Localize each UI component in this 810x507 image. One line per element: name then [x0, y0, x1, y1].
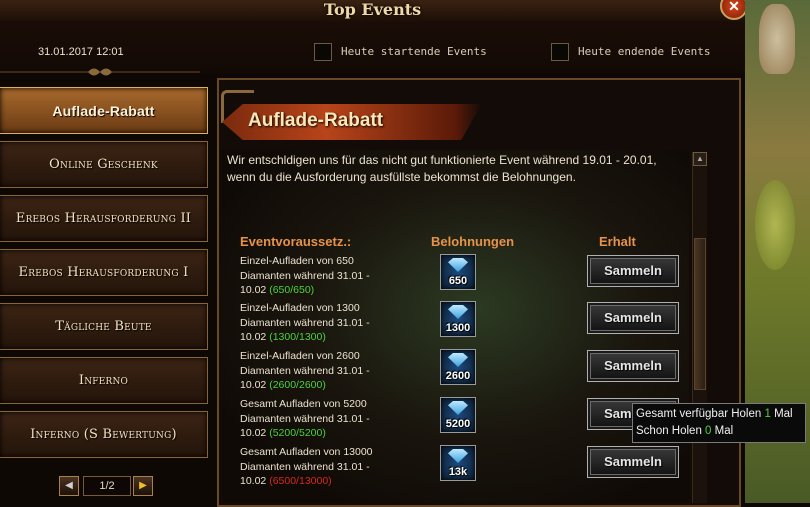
condition-line: Gesamt Aufladen von 13000 — [240, 446, 373, 458]
row-condition: Einzel-Aufladen von 1300 Diamanten währe… — [240, 301, 410, 345]
progress-value: (1300/1300) — [269, 331, 326, 343]
progress-value: (650/650) — [269, 284, 315, 296]
sidebar-item-inferno[interactable]: Inferno — [0, 357, 208, 404]
condition-line: Diamanten während 31.01 - — [240, 460, 370, 473]
condition-date: 10.02 — [240, 331, 267, 343]
condition-date: 10.02 — [240, 284, 267, 296]
row-condition: Einzel-Aufladen von 650 Diamanten währen… — [240, 254, 410, 298]
character-figure — [759, 4, 795, 74]
progress-value: (6500/13000) — [269, 475, 332, 487]
collect-button[interactable]: Sammeln — [587, 446, 679, 478]
reward-amount: 5200 — [445, 418, 471, 430]
today-end-label[interactable]: Heute endende Events — [578, 45, 710, 58]
today-start-checkbox[interactable] — [314, 43, 332, 61]
header-condition: Eventvoraussetz.: — [240, 234, 352, 249]
foliage-decoration — [755, 180, 795, 270]
page-indicator: 1/2 — [83, 476, 131, 496]
diamond-icon — [448, 258, 468, 272]
condition-line: Einzel-Aufladen von 1300 — [240, 302, 360, 314]
sidebar-item-erebos-i[interactable]: Erebos Herausforderung I — [0, 249, 208, 296]
progress-value: (5200/5200) — [269, 427, 326, 439]
progress-value: (2600/2600) — [269, 379, 326, 391]
collect-button[interactable]: Sammeln — [587, 302, 679, 334]
ornament-divider — [0, 68, 200, 76]
diamond-reward-slot[interactable]: 650 — [440, 254, 476, 290]
event-description: Wir entschldigen uns für das nicht gut f… — [227, 153, 657, 184]
condition-line: Diamanten während 31.01 - — [240, 316, 370, 329]
row-condition: Gesamt Aufladen von 13000 Diamanten währ… — [240, 445, 410, 489]
condition-line: 10.02 (5200/5200) — [240, 426, 410, 441]
prev-page-button[interactable]: ◀ — [59, 476, 79, 496]
tooltip-text: Gesamt verfügbar Holen — [636, 408, 765, 420]
sidebar-item-erebos-ii[interactable]: Erebos Herausforderung II — [0, 195, 208, 242]
condition-line: Einzel-Aufladen von 2600 — [240, 350, 360, 362]
diamond-reward-slot[interactable]: 1300 — [440, 301, 476, 337]
condition-line: Diamanten während 31.01 - — [240, 364, 370, 377]
header-received: Erhalt — [599, 234, 636, 249]
scroll-up-button[interactable]: ▲ — [693, 152, 707, 166]
diamond-reward-slot[interactable]: 5200 — [440, 397, 476, 433]
server-datetime: 31.01.2017 12:01 — [38, 46, 124, 58]
condition-date: 10.02 — [240, 379, 267, 391]
condition-line: 10.02 (6500/13000) — [240, 474, 410, 489]
reward-row: Gesamt Aufladen von 5200 Diamanten währe… — [240, 397, 680, 445]
tooltip-text: Mal — [770, 408, 793, 420]
reward-amount: 650 — [448, 275, 468, 287]
condition-date: 10.02 — [240, 475, 267, 487]
sidebar-item-online-geschenk[interactable]: Online Geschenk — [0, 141, 208, 188]
row-condition: Gesamt Aufladen von 5200 Diamanten währe… — [240, 397, 410, 441]
sidebar-item-inferno-s[interactable]: Inferno (S Bewertung) — [0, 411, 208, 458]
reward-row: Einzel-Aufladen von 650 Diamanten währen… — [240, 254, 680, 302]
condition-line: Diamanten während 31.01 - — [240, 412, 370, 425]
sidebar-pager: ◀ 1/2 ▶ — [0, 470, 216, 503]
condition-line: Einzel-Aufladen von 650 — [240, 255, 354, 267]
diamond-icon — [448, 449, 468, 463]
sidebar-item-taegliche-beute[interactable]: Tägliche Beute — [0, 303, 208, 350]
event-title: Auflade-Rabatt — [248, 110, 384, 131]
condition-date: 10.02 — [240, 427, 267, 439]
diamond-icon — [448, 401, 468, 415]
diamond-reward-slot[interactable]: 13k — [440, 445, 476, 481]
reward-amount: 1300 — [445, 322, 471, 334]
collect-button[interactable]: Sammeln — [587, 350, 679, 382]
tooltip-line-claimed: Schon Holen 0 Mal — [636, 423, 805, 440]
diamond-icon — [448, 353, 468, 367]
header-rewards: Belohnungen — [431, 234, 515, 249]
reward-amount: 13k — [448, 466, 468, 478]
tooltip-text: Mal — [711, 425, 734, 437]
diamond-reward-slot[interactable]: 2600 — [440, 349, 476, 385]
condition-line: 10.02 (1300/1300) — [240, 330, 410, 345]
condition-line: Diamanten während 31.01 - — [240, 269, 370, 282]
sidebar-item-auflade-rabatt[interactable]: Auflade-Rabatt — [0, 87, 208, 134]
diamond-icon — [448, 305, 468, 319]
reward-row: Einzel-Aufladen von 1300 Diamanten währe… — [240, 301, 680, 349]
condition-line: 10.02 (2600/2600) — [240, 378, 410, 393]
row-condition: Einzel-Aufladen von 2600 Diamanten währe… — [240, 349, 410, 393]
condition-line: Gesamt Aufladen von 5200 — [240, 398, 367, 410]
next-page-button[interactable]: ▶ — [133, 476, 153, 496]
reward-row: Einzel-Aufladen von 2600 Diamanten währe… — [240, 349, 680, 397]
window-title: Top Events — [323, 0, 422, 19]
claim-count-tooltip: Gesamt verfügbar Holen 1 Mal Schon Holen… — [632, 403, 806, 443]
collect-button[interactable]: Sammeln — [587, 255, 679, 287]
tooltip-line-available: Gesamt verfügbar Holen 1 Mal — [636, 406, 805, 423]
scrollbar-thumb[interactable] — [694, 238, 706, 390]
tooltip-text: Schon Holen — [636, 425, 706, 437]
today-end-checkbox[interactable] — [551, 43, 569, 61]
today-start-label[interactable]: Heute startende Events — [341, 45, 487, 58]
reward-amount: 2600 — [445, 370, 471, 382]
event-sidebar: Auflade-Rabatt Online Geschenk Erebos He… — [0, 78, 216, 503]
condition-line: 10.02 (650/650) — [240, 283, 410, 298]
reward-row: Gesamt Aufladen von 13000 Diamanten währ… — [240, 445, 680, 493]
